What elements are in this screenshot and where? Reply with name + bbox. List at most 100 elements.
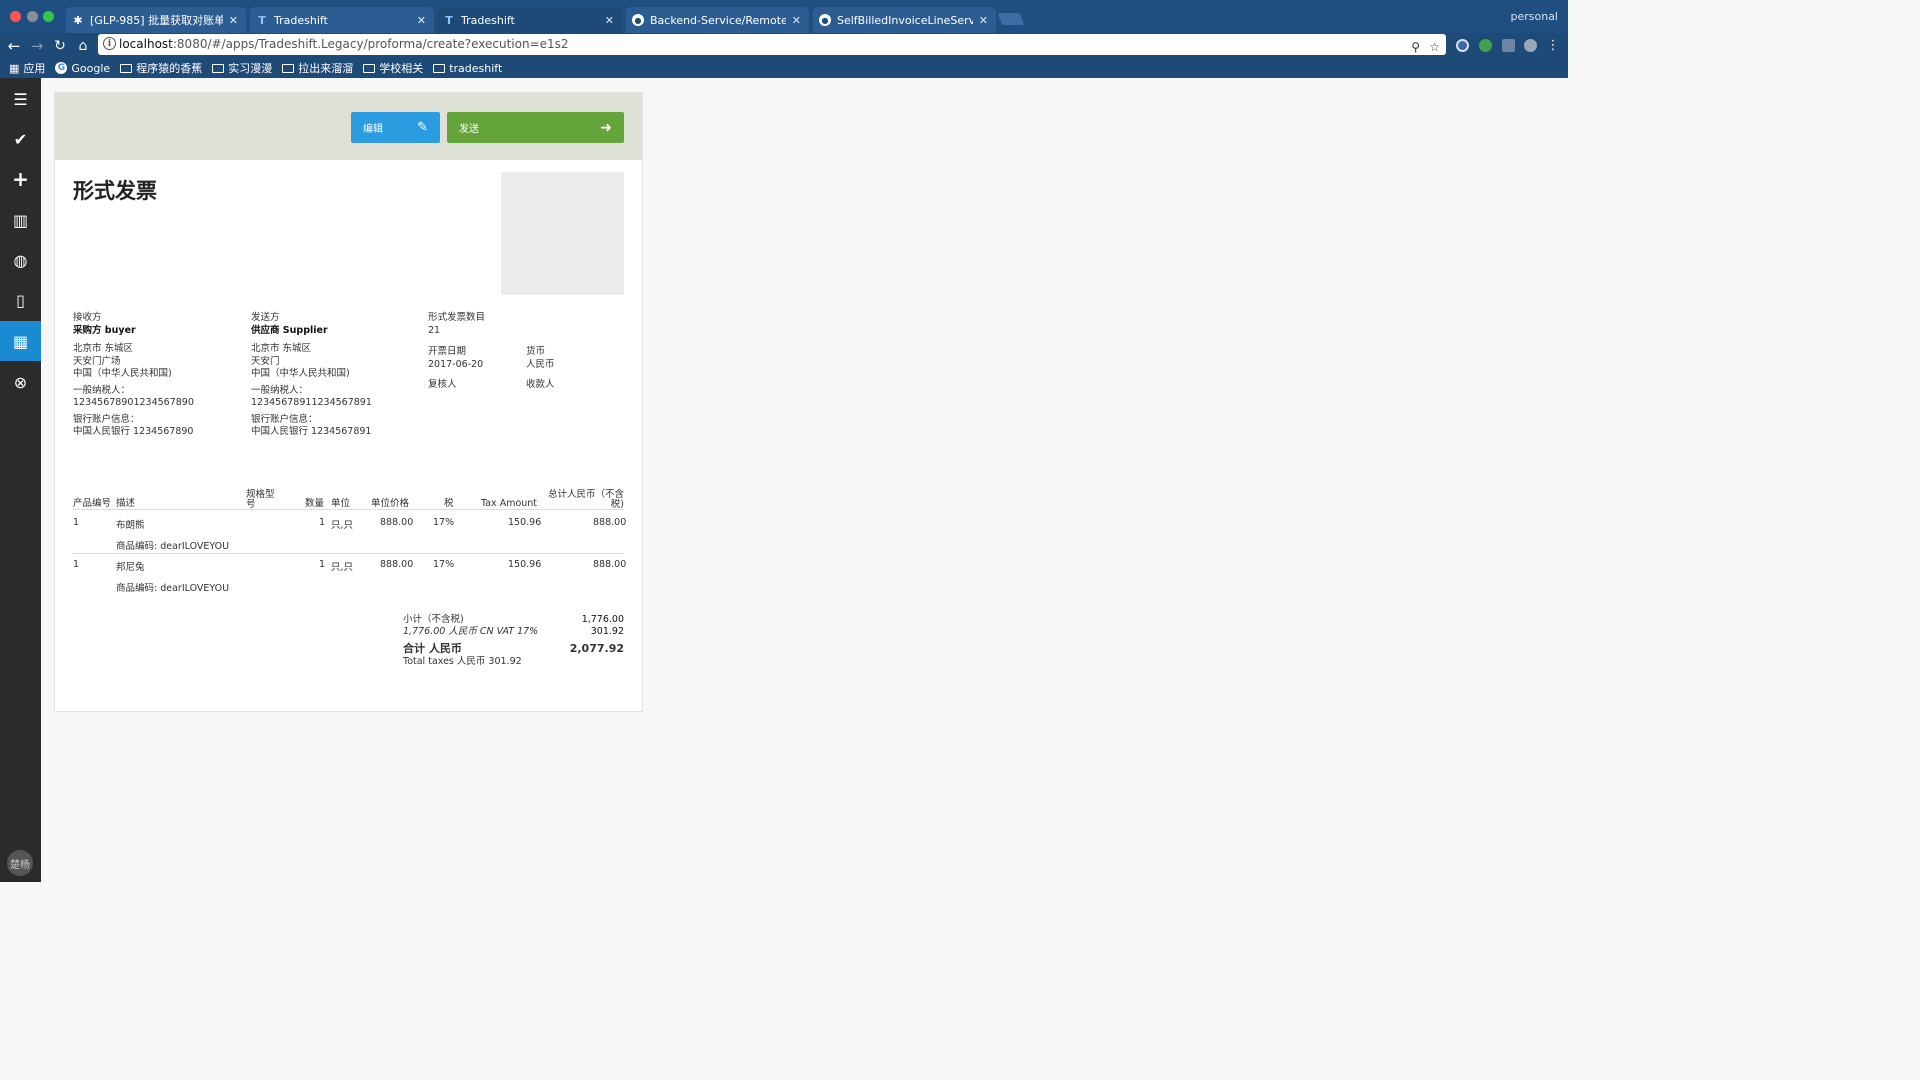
bookmark-label: 拉出来溜溜 xyxy=(298,62,354,75)
issue-date: 2017-06-20 xyxy=(428,358,484,370)
sender-address-line: 中国（中华人民共和国) xyxy=(251,368,350,379)
bookmark-label: tradeshift xyxy=(449,61,503,75)
sender-address-line: 天安门 xyxy=(251,355,280,367)
tab-title: [GLP-985] 批量获取对账单历史 xyxy=(90,14,223,27)
row-total: 888.00 xyxy=(593,517,627,528)
bookmark-google[interactable]: G Google xyxy=(55,62,110,75)
recipient-tax-label: 一般纳税人： xyxy=(73,384,131,396)
sender-tax-label: 一般纳税人： xyxy=(251,384,309,396)
arrow-right-icon: ➜ xyxy=(600,119,612,136)
apps-grid-icon[interactable]: ▦ xyxy=(0,321,41,361)
grand-total-label: 合计 人民币 xyxy=(403,642,462,655)
recipient-bank-label: 银行账户信息： xyxy=(73,413,140,425)
url-path: :8080/#/apps/Tradeshift.Legacy/proforma/… xyxy=(172,37,569,51)
close-tab-icon[interactable]: ✕ xyxy=(605,14,614,27)
bookmark-apps[interactable]: ▦ 应用 xyxy=(9,60,45,76)
folder-icon xyxy=(282,63,295,73)
menu-icon[interactable]: ☰ xyxy=(0,79,41,119)
row-item-code: 商品编码: dearILOVEYOU xyxy=(116,541,230,552)
extension-icon-2[interactable] xyxy=(1479,39,1492,52)
browser-tab-jira[interactable]: ✱ [GLP-985] 批量获取对账单历史 ✕ xyxy=(66,7,246,33)
sender-tax-id: 12345678911234567891 xyxy=(251,397,372,408)
new-tab-button[interactable] xyxy=(997,13,1025,25)
browser-tab-tradeshift-1[interactable]: T Tradeshift ✕ xyxy=(250,7,434,33)
bookmark-folder[interactable]: 实习漫漫 xyxy=(212,60,272,76)
tradeshift-favicon-icon: T xyxy=(258,13,266,27)
close-window-button[interactable] xyxy=(10,11,21,22)
col-header-tax-amount: Tax Amount xyxy=(481,498,538,509)
bookmark-folder[interactable]: 拉出来溜溜 xyxy=(282,60,353,76)
zoom-icon[interactable]: ⚲ xyxy=(1411,37,1420,58)
recipient-address-line: 北京市 东城区 xyxy=(73,343,134,354)
home-icon[interactable]: ⌂ xyxy=(73,33,93,58)
extension-icon-3[interactable] xyxy=(1502,39,1515,52)
bookmark-folder[interactable]: tradeshift xyxy=(433,62,502,75)
apps-grid-icon: ▦ xyxy=(9,61,20,75)
browser-tab-github-service[interactable]: ● SelfBilledInvoiceLineService/C ✕ xyxy=(813,7,996,33)
minimize-window-button[interactable] xyxy=(27,11,38,22)
close-tab-icon[interactable]: ✕ xyxy=(792,14,801,27)
plus-icon[interactable]: + xyxy=(0,159,41,199)
close-tab-icon[interactable]: ✕ xyxy=(229,14,238,27)
avatar[interactable]: 楚杨 xyxy=(7,850,33,876)
row-product-no: 1 xyxy=(73,559,80,570)
bookmarks-bar: ▦ 应用 G Google 程序猿的香蕉 实习漫漫 拉出来溜溜 学校相关 tra… xyxy=(0,58,1568,78)
app-sidebar: ☰ ✔ + ▥ ◍ ▯ ▦ ⊗ 楚杨 xyxy=(0,78,41,882)
row-unit-price: 888.00 xyxy=(380,559,414,570)
extension-icon-4[interactable] xyxy=(1524,39,1537,52)
logo-placeholder[interactable] xyxy=(501,172,624,295)
profile-label[interactable]: personal xyxy=(1510,10,1558,23)
google-icon: G xyxy=(55,62,68,74)
col-header-unit: 单位 xyxy=(331,498,351,509)
send-button[interactable]: 发送 ➜ xyxy=(447,112,624,143)
extension-icon-1[interactable] xyxy=(1456,39,1469,52)
currency: 人民币 xyxy=(526,358,555,370)
bookmark-label: 应用 xyxy=(23,62,46,75)
recipient-bank: 中国人民银行 1234567890 xyxy=(73,426,194,437)
sender-address-line: 北京市 东城区 xyxy=(251,343,312,354)
folder-icon xyxy=(433,63,446,73)
browser-tab-github-backend[interactable]: ● Backend-Service/RemoteSelf ✕ xyxy=(626,7,809,33)
github-favicon-icon: ● xyxy=(632,14,644,26)
globe-icon[interactable]: ◍ xyxy=(0,240,41,280)
browser-tab-tradeshift-active[interactable]: T Tradeshift ✕ xyxy=(437,7,622,33)
tab-title: Tradeshift xyxy=(274,13,328,27)
document-icon[interactable]: ▯ xyxy=(0,280,41,320)
bookmark-label: Google xyxy=(71,61,111,75)
total-taxes-note: Total taxes 人民币 301.92 xyxy=(403,656,522,667)
bookmark-folder[interactable]: 学校相关 xyxy=(363,60,423,76)
back-arrow-icon[interactable]: ← xyxy=(4,33,24,58)
issue-date-label: 开票日期 xyxy=(428,346,467,357)
support-icon[interactable]: ⊗ xyxy=(0,362,41,402)
subtotal-label: 小计（不含税) xyxy=(403,614,464,625)
row-description: 邦尼兔 xyxy=(116,562,145,573)
forward-arrow-icon[interactable]: → xyxy=(27,33,47,58)
tab-title: Tradeshift xyxy=(461,13,515,27)
edit-button-label: 编辑 xyxy=(363,124,383,135)
tab-title: SelfBilledInvoiceLineService/C xyxy=(837,13,973,27)
proforma-card: 编辑 ✎ 发送 ➜ 形式发票 接收方 采购方 buyer 北京市 东城区 天安门… xyxy=(54,92,643,712)
subtotal-value: 1,776.00 xyxy=(581,614,624,625)
bookmark-folder[interactable]: 程序猿的香蕉 xyxy=(120,60,202,76)
tradeshift-favicon-icon: T xyxy=(445,13,453,27)
reload-icon[interactable]: ↻ xyxy=(50,33,70,58)
bookmark-label: 实习漫漫 xyxy=(228,62,273,75)
pencil-icon: ✎ xyxy=(417,120,428,135)
row-total: 888.00 xyxy=(593,559,627,570)
recipient-name: 采购方 buyer xyxy=(73,324,136,336)
maximize-window-button[interactable] xyxy=(43,11,54,22)
sender-name: 供应商 Supplier xyxy=(251,324,328,336)
site-info-icon[interactable]: i xyxy=(103,37,116,50)
col-header-tax: 税 xyxy=(444,498,454,509)
sender-bank: 中国人民银行 1234567891 xyxy=(251,426,372,437)
close-tab-icon[interactable]: ✕ xyxy=(979,14,988,27)
bookmark-star-icon[interactable]: ☆ xyxy=(1429,37,1440,58)
row-item-code: 商品编码: dearILOVEYOU xyxy=(116,583,230,594)
browser-menu-icon[interactable]: ⋮ xyxy=(1543,33,1563,58)
building-icon[interactable]: ▥ xyxy=(0,200,41,240)
check-icon[interactable]: ✔ xyxy=(0,119,41,159)
address-bar[interactable]: i localhost:8080/#/apps/Tradeshift.Legac… xyxy=(98,34,1446,55)
close-tab-icon[interactable]: ✕ xyxy=(417,14,426,27)
edit-button[interactable]: 编辑 ✎ xyxy=(351,112,440,143)
col-header-total: 总计人民币（不含 税) xyxy=(545,490,624,510)
